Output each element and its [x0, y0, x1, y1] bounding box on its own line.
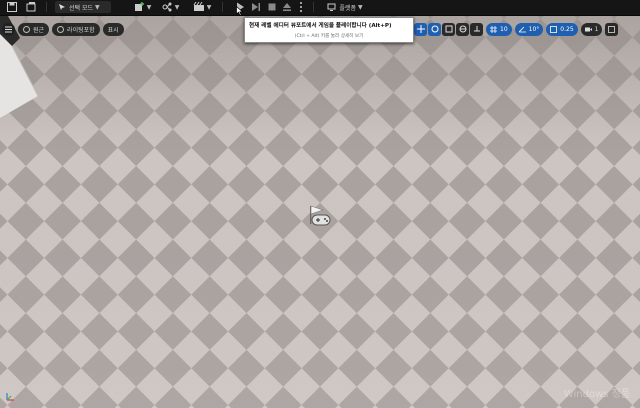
platforms-dropdown[interactable]: 플랫폼 ▼	[322, 0, 368, 14]
more-options-icon	[300, 2, 302, 12]
stop-icon	[268, 3, 276, 11]
advance-frame-icon	[252, 3, 260, 11]
cinematics-button[interactable]: ▼	[190, 0, 214, 14]
toolbar-separator	[46, 2, 47, 12]
level-viewport[interactable]: 원근 라이팅포함 표시 10 10° 0.25 1 Windows 정품	[0, 16, 640, 408]
perspective-button[interactable]: 원근	[18, 22, 50, 36]
add-actor-button[interactable]: ▼	[130, 0, 154, 14]
camera-icon	[584, 27, 592, 31]
save-icon[interactable]	[6, 0, 18, 14]
platforms-icon	[327, 3, 336, 11]
chevron-down-icon: ▼	[174, 3, 180, 11]
maximize-viewport-button[interactable]	[605, 22, 619, 36]
coordinate-space-button[interactable]	[456, 22, 469, 36]
lighting-mode-label: 라이팅포함	[67, 26, 95, 34]
viewport-toolbar-left: 원근 라이팅포함 표시	[2, 22, 127, 36]
selection-mode-dropdown[interactable]: 선택 모드 ▼	[55, 1, 111, 13]
rotation-snap-value: 10°	[528, 25, 540, 33]
chevron-down-icon: ▼	[357, 3, 363, 11]
viewport-toolbar-right: 10 10° 0.25 1	[414, 22, 621, 36]
mouse-cursor-icon	[236, 6, 243, 16]
more-options-button[interactable]	[296, 0, 306, 14]
translate-icon	[416, 25, 425, 33]
advance-frame-button[interactable]	[250, 0, 262, 14]
eject-button[interactable]	[281, 0, 293, 14]
show-button[interactable]: 표시	[102, 22, 124, 36]
lighting-icon	[57, 25, 65, 33]
rotation-snap-button[interactable]: 10°	[514, 22, 544, 36]
scale-snap-icon	[550, 25, 558, 33]
blueprint-icon	[162, 2, 172, 12]
lighting-mode-button[interactable]: 라이팅포함	[52, 22, 100, 36]
selection-mode-label: 선택 모드	[69, 4, 93, 12]
toolbar-separator	[222, 2, 223, 12]
cursor-icon	[59, 4, 65, 10]
content-browser-icon[interactable]	[24, 0, 38, 14]
translate-tool-button[interactable]	[414, 22, 427, 36]
viewport-menu-button[interactable]	[2, 22, 15, 36]
rotate-icon	[431, 25, 438, 33]
grid-icon	[490, 25, 497, 33]
stop-button[interactable]	[266, 0, 278, 14]
surface-snap-button[interactable]	[470, 22, 483, 36]
cinematics-icon	[193, 1, 204, 11]
tooltip-title: 현재 레벨 에디터 뷰포트에서 게임을 플레이합니다 (Alt+P)	[249, 23, 392, 29]
globe-icon	[459, 25, 466, 33]
platforms-label: 플랫폼	[339, 4, 356, 12]
blueprint-button[interactable]: ▼	[158, 0, 182, 14]
grid-snap-button[interactable]: 10	[486, 22, 512, 36]
chevron-down-icon: ▼	[146, 3, 152, 11]
scale-snap-button[interactable]: 0.25	[546, 22, 578, 36]
axis-gizmo-icon	[6, 393, 14, 401]
toolbar-separator	[313, 2, 314, 12]
hamburger-icon	[5, 26, 12, 32]
grid-snap-value: 10	[500, 25, 508, 33]
perspective-label: 원근	[33, 26, 45, 34]
rotate-tool-button[interactable]	[428, 22, 441, 36]
show-label: 표시	[107, 26, 119, 34]
chevron-down-icon: ▼	[95, 3, 100, 11]
eject-icon	[283, 3, 291, 11]
camera-speed-value: 1	[594, 25, 599, 33]
chevron-down-icon: ▼	[206, 3, 212, 11]
surface-snap-icon	[473, 26, 480, 32]
angle-icon	[518, 26, 526, 32]
scale-tool-button[interactable]	[442, 22, 455, 36]
main-toolbar: 선택 모드 ▼ ▼ ▼ ▼ 플랫폼 ▼	[0, 0, 640, 16]
scale-snap-value: 0.25	[560, 25, 574, 33]
player-start-icon[interactable]	[304, 202, 334, 228]
perspective-icon	[23, 25, 30, 33]
add-actor-icon	[134, 2, 144, 11]
play-tooltip: 현재 레벨 에디터 뷰포트에서 게임을 플레이합니다 (Alt+P) (Ctrl…	[244, 17, 414, 43]
tooltip-subtitle: (Ctrl + Alt) 키를 눌러 상세히 보기	[294, 34, 364, 39]
camera-speed-button[interactable]: 1	[580, 22, 603, 36]
windows-activation-watermark: Windows 정품	[563, 389, 630, 400]
maximize-icon	[608, 25, 616, 33]
scale-icon	[445, 25, 452, 33]
